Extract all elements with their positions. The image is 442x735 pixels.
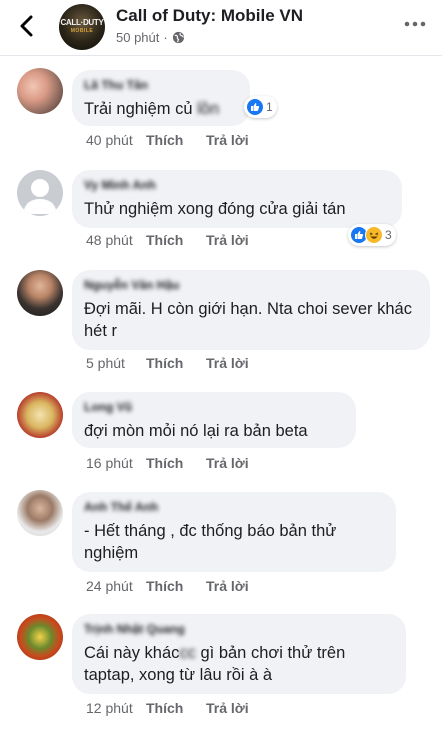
- like-button[interactable]: Thích: [146, 455, 206, 471]
- comment-actions: 24 phút Thích Trả lời: [86, 578, 249, 594]
- reply-button[interactable]: Trả lời: [206, 578, 249, 594]
- reaction-summary[interactable]: 3: [348, 224, 396, 246]
- comment-time[interactable]: 40 phút: [86, 132, 146, 148]
- more-options-button[interactable]: [402, 14, 428, 34]
- meta-separator: ·: [163, 30, 168, 45]
- comment-text: Trải nghiệm củ lồn: [84, 100, 220, 118]
- comment-author[interactable]: Long Vũ: [84, 400, 344, 414]
- page-avatar[interactable]: CALL·DUTY MOBILE: [59, 4, 105, 50]
- post-time[interactable]: 50 phút: [116, 30, 159, 45]
- like-reaction-icon: [246, 98, 264, 116]
- reaction-count: 3: [385, 228, 392, 242]
- more-dots-icon: [404, 21, 426, 27]
- avatar[interactable]: [17, 270, 63, 316]
- comment-actions: 12 phút Thích Trả lời: [86, 700, 249, 716]
- comment-time[interactable]: 24 phút: [86, 578, 146, 594]
- comment-time[interactable]: 48 phút: [86, 232, 146, 248]
- page-title[interactable]: Call of Duty: Mobile VN: [116, 6, 303, 26]
- reply-button[interactable]: Trả lời: [206, 355, 249, 371]
- reply-button[interactable]: Trả lời: [206, 132, 249, 148]
- comment-author[interactable]: Vy Minh Anh: [84, 178, 390, 192]
- comment-actions: 5 phút Thích Trả lời: [86, 355, 249, 371]
- comment-author[interactable]: Trịnh Nhật Quang: [84, 622, 394, 636]
- comment-text: Cái này kháccc gì bản chơi thử trên tapt…: [84, 644, 346, 684]
- like-button[interactable]: Thích: [146, 132, 206, 148]
- like-button[interactable]: Thích: [146, 232, 206, 248]
- comment-text: Thử nghiệm xong đóng cửa giải tán: [84, 200, 346, 218]
- comment-bubble[interactable]: Lã Thu Tân Trải nghiệm củ lồn: [72, 70, 250, 126]
- like-button[interactable]: Thích: [146, 355, 206, 371]
- comment-actions: 16 phút Thích Trả lời: [86, 455, 249, 471]
- comment-author[interactable]: Anh Thế Anh: [84, 500, 384, 514]
- avatar[interactable]: [17, 170, 63, 216]
- avatar[interactable]: [17, 68, 63, 114]
- comment-time[interactable]: 5 phút: [86, 355, 146, 371]
- like-button[interactable]: Thích: [146, 578, 206, 594]
- like-button[interactable]: Thích: [146, 700, 206, 716]
- comment-bubble[interactable]: Trịnh Nhật Quang Cái này kháccc gì bản c…: [72, 614, 406, 694]
- haha-reaction-icon: [365, 226, 383, 244]
- comment-text: đợi mòn mỏi nó lại ra bản beta: [84, 422, 308, 440]
- reaction-summary[interactable]: 1: [244, 96, 277, 118]
- avatar[interactable]: [17, 614, 63, 660]
- reply-button[interactable]: Trả lời: [206, 232, 249, 248]
- globe-icon: [172, 31, 184, 44]
- reply-button[interactable]: Trả lời: [206, 455, 249, 471]
- comment-author[interactable]: Lã Thu Tân: [84, 78, 238, 92]
- comment-author[interactable]: Nguyễn Văn Hậu: [84, 278, 418, 292]
- comment-bubble[interactable]: Anh Thế Anh - Hết tháng , đc thống báo b…: [72, 492, 396, 572]
- default-avatar-icon: [23, 179, 57, 214]
- comment-actions: 40 phút Thích Trả lời: [86, 132, 249, 148]
- avatar[interactable]: [17, 490, 63, 536]
- comment-text: Đợi mãi. H còn giới hạn. Nta choi sever …: [84, 300, 412, 340]
- comment-bubble[interactable]: Nguyễn Văn Hậu Đợi mãi. H còn giới hạn. …: [72, 270, 430, 350]
- reaction-count: 1: [266, 100, 273, 114]
- comment-actions: 48 phút Thích Trả lời: [86, 232, 249, 248]
- comment-time[interactable]: 12 phút: [86, 700, 146, 716]
- comment-bubble[interactable]: Vy Minh Anh Thử nghiệm xong đóng cửa giả…: [72, 170, 402, 228]
- page-header: CALL·DUTY MOBILE Call of Duty: Mobile VN…: [0, 0, 442, 56]
- comment-time[interactable]: 16 phút: [86, 455, 146, 471]
- reply-button[interactable]: Trả lời: [206, 700, 249, 716]
- page-logo: CALL·DUTY MOBILE: [60, 18, 104, 35]
- avatar[interactable]: [17, 392, 63, 438]
- comment-text: - Hết tháng , đc thống báo bản thử nghiệ…: [84, 522, 337, 562]
- comment-bubble[interactable]: Long Vũ đợi mòn mỏi nó lại ra bản beta: [72, 392, 356, 448]
- post-meta: 50 phút ·: [116, 30, 185, 45]
- back-arrow-icon: [20, 15, 33, 37]
- back-button[interactable]: [12, 10, 42, 42]
